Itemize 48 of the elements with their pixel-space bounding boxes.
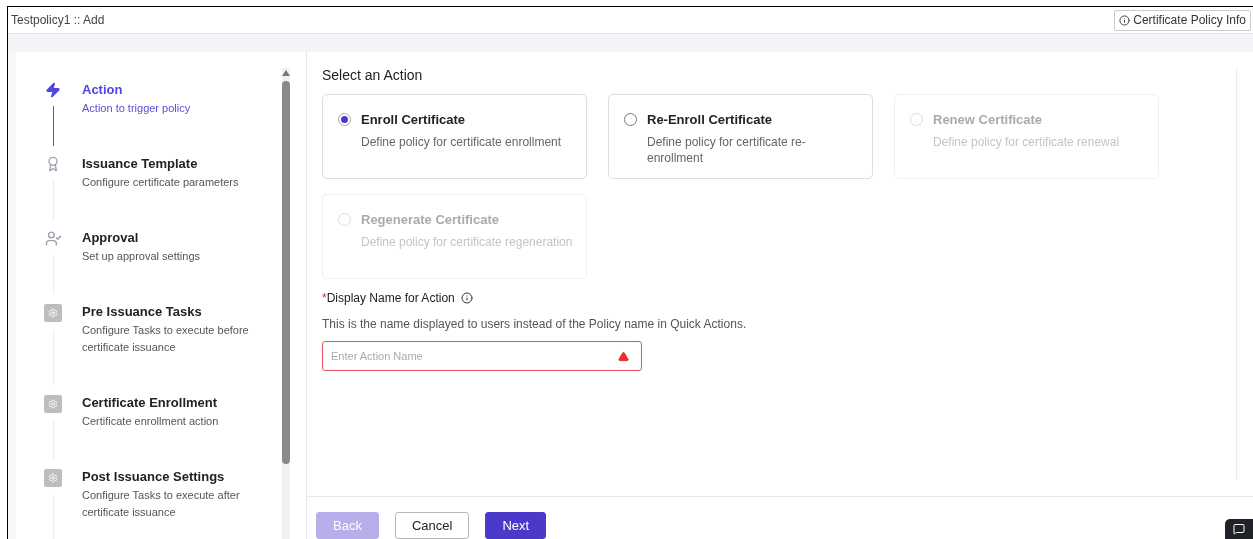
action-description: Define policy for certificate renewal	[933, 134, 1121, 150]
warning-icon	[618, 351, 629, 362]
step-item[interactable]: Post Issuance Settings Configure Tasks to execute after certificate issuance	[44, 467, 282, 539]
bolt-icon	[45, 82, 61, 98]
step-description: Configure Tasks to execute before certificate issuance	[82, 323, 250, 355]
award-icon	[45, 156, 61, 172]
info-icon	[1119, 14, 1131, 26]
cancel-button[interactable]: Cancel	[394, 512, 470, 539]
chat-icon[interactable]	[1225, 519, 1253, 539]
field-help: This is the name displayed to users instead of the Policy name in Quick Actions.	[322, 316, 748, 333]
step-item[interactable]: Action Action to trigger policy	[44, 80, 282, 154]
gear-icon	[44, 469, 62, 487]
step-item[interactable]: Certificate Enrollment Certificate enrollment action	[44, 393, 282, 467]
policy-info-button[interactable]: Certificate Policy Info	[1114, 9, 1251, 31]
scroll-up-icon[interactable]	[282, 70, 290, 76]
step-description: Set up approval settings	[82, 249, 202, 264]
gear-icon	[44, 395, 62, 413]
action-card[interactable]: Enroll Certificate Define policy for certificate enrollment	[322, 94, 587, 179]
action-name-field[interactable]: Enter Action Name	[322, 341, 642, 371]
action-description: Define policy for certificate re-enrollment	[647, 134, 807, 166]
step-item[interactable]: Issuance Template Configure certificate parameters	[44, 154, 282, 228]
step-item[interactable]: Approval Set up approval settings	[44, 228, 282, 302]
action-title: Regenerate Certificate	[361, 211, 500, 228]
action-title: Enroll Certificate	[361, 111, 467, 128]
step-description: Action to trigger policy	[82, 101, 192, 116]
step-description: Configure certificate parameters	[82, 175, 240, 190]
step-description: Certificate enrollment action	[82, 414, 220, 429]
step-item[interactable]: Pre Issuance Tasks Configure Tasks to execute before certificate issuance	[44, 302, 282, 393]
field-label: *Display Name for Action	[322, 290, 455, 307]
action-title: Re-Enroll Certificate	[647, 111, 773, 128]
next-button[interactable]: Next	[485, 512, 547, 539]
page-title: Testpolicy1 :: Add	[11, 12, 105, 29]
info-icon	[460, 292, 473, 304]
step-description: Configure Tasks to execute after certificate issuance	[82, 488, 241, 520]
step-title: Action	[82, 81, 124, 99]
step-title: Approval	[82, 229, 140, 247]
action-description: Define policy for certificate regeneration	[361, 234, 573, 250]
step-title: Issuance Template	[82, 155, 199, 173]
section-title: Select an Action	[322, 66, 424, 84]
step-title: Pre Issuance Tasks	[82, 303, 203, 321]
step-title: Post Issuance Settings	[82, 468, 226, 486]
step-title: Certificate Enrollment	[82, 394, 219, 412]
scrollbar[interactable]	[282, 68, 290, 539]
action-title: Renew Certificate	[933, 111, 1044, 128]
gear-icon	[44, 304, 62, 322]
action-description: Define policy for certificate enrollment	[361, 134, 563, 150]
action-card[interactable]: Re-Enroll Certificate Define policy for certificate re-enrollment	[608, 94, 873, 179]
user-check-icon	[44, 230, 62, 247]
